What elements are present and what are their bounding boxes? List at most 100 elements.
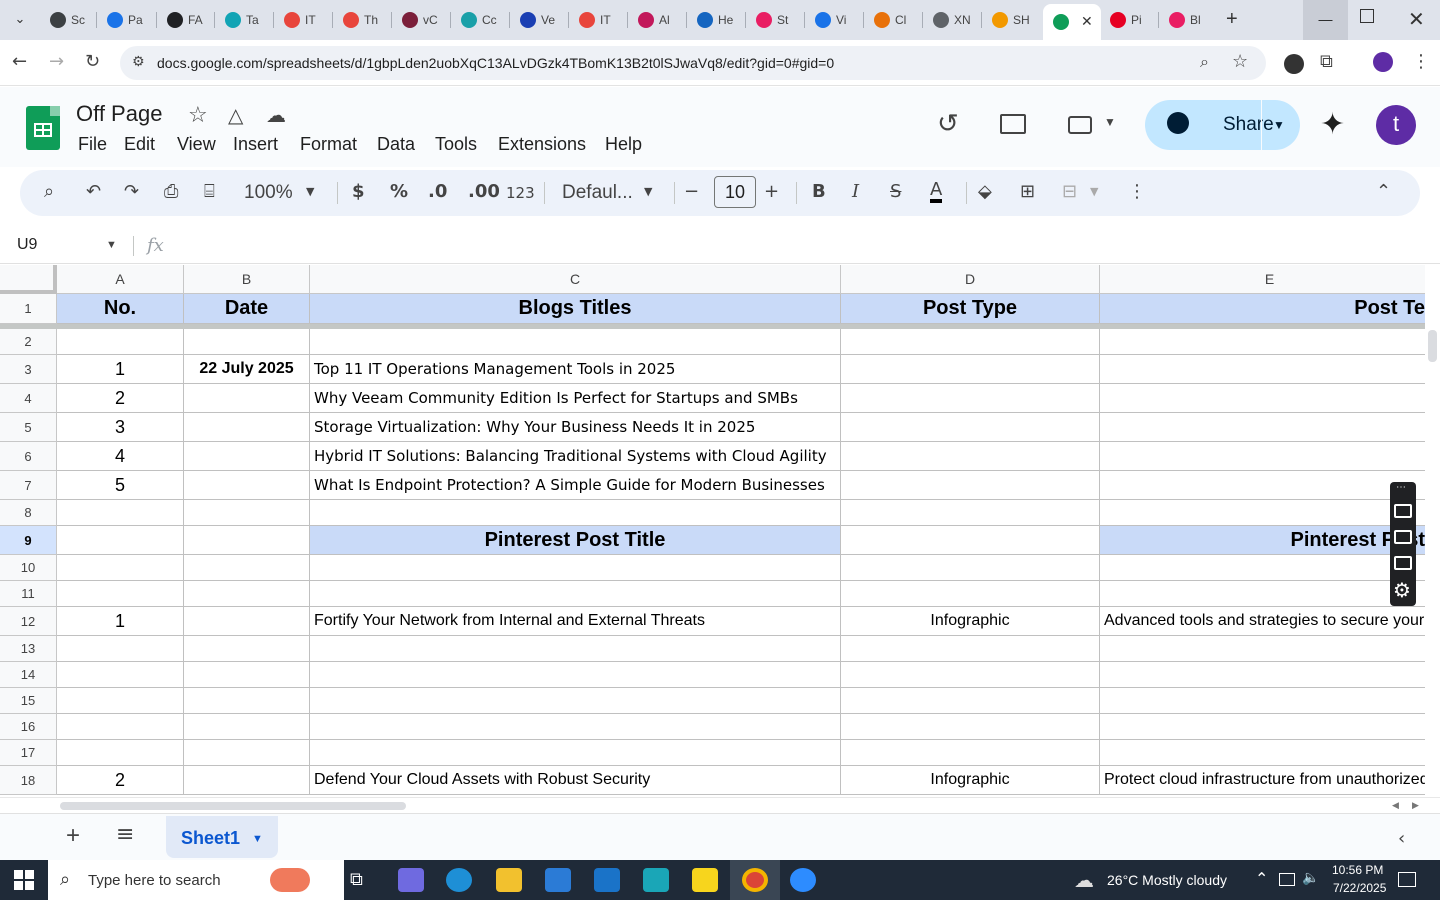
cell-a9[interactable] <box>57 526 184 555</box>
row-header-15[interactable]: 15 <box>0 688 57 714</box>
text-color-button[interactable]: A <box>930 181 943 203</box>
redo-icon[interactable]: ↷ <box>124 181 139 202</box>
decrease-font-size-icon[interactable]: − <box>684 181 699 202</box>
document-title[interactable]: Off Page <box>76 101 162 127</box>
cell-c5[interactable]: Storage Virtualization: Why Your Busines… <box>310 413 841 442</box>
increase-font-size-icon[interactable]: + <box>764 181 779 202</box>
file-explorer-app-icon[interactable] <box>496 868 522 892</box>
taskbar-search-box[interactable]: ⌕ Type here to search <box>48 860 344 900</box>
cell-a16[interactable] <box>57 714 184 740</box>
extensions-icon[interactable]: ⧉ <box>1320 51 1333 72</box>
number-format-button[interactable]: 123 <box>506 184 535 202</box>
chrome-app-active[interactable] <box>730 860 780 900</box>
increase-decimal-button[interactable]: .00 <box>468 181 500 202</box>
cell-c16[interactable] <box>310 714 841 740</box>
cell-c8[interactable] <box>310 500 841 526</box>
paint-format-icon[interactable]: ⌸ <box>204 181 215 202</box>
video-icon[interactable] <box>1394 530 1412 544</box>
browser-tab[interactable]: IT <box>274 6 333 34</box>
cell-c6[interactable]: Hybrid IT Solutions: Balancing Tradition… <box>310 442 841 471</box>
forward-icon[interactable]: → <box>49 51 64 72</box>
strikethrough-button[interactable]: S <box>890 181 901 202</box>
menu-format[interactable]: Format <box>300 134 357 155</box>
browser-tab[interactable]: He <box>687 6 746 34</box>
cell-e17[interactable] <box>1100 740 1425 766</box>
zoom-select[interactable]: 100% <box>244 182 293 204</box>
cell-b3[interactable]: 22 July 2025 <box>184 355 310 384</box>
cell-d16[interactable] <box>841 714 1100 740</box>
clock-date[interactable]: 7/22/2025 <box>1333 881 1386 895</box>
network-icon[interactable] <box>1279 873 1295 886</box>
cell-a15[interactable] <box>57 688 184 714</box>
cell-e15[interactable] <box>1100 688 1425 714</box>
profile-icon[interactable] <box>1373 52 1393 72</box>
sheet-tab-sheet1[interactable]: Sheet1 ▼ <box>166 816 278 858</box>
currency-button[interactable]: $ <box>352 181 365 202</box>
sticky-notes-app-icon[interactable] <box>692 868 718 892</box>
cell-b9[interactable] <box>184 526 310 555</box>
cell-d17[interactable] <box>841 740 1100 766</box>
scroll-right-icon[interactable]: ▶ <box>1412 800 1419 811</box>
browser-tab[interactable]: vC <box>392 6 451 34</box>
widget-more-icon[interactable]: ⋯ <box>1396 482 1406 493</box>
cell-a5[interactable]: 3 <box>57 413 184 442</box>
cell-b6[interactable] <box>184 442 310 471</box>
cell-a18[interactable]: 2 <box>57 766 184 795</box>
cell-c18[interactable]: Defend Your Cloud Assets with Robust Sec… <box>310 766 841 795</box>
minimize-button[interactable]: — <box>1303 0 1348 40</box>
site-info-icon[interactable]: ⚙ <box>132 54 145 70</box>
comments-icon[interactable] <box>1000 114 1026 134</box>
cell-b8[interactable] <box>184 500 310 526</box>
row-header-7[interactable]: 7 <box>0 471 57 500</box>
cell-e4[interactable] <box>1100 384 1425 413</box>
menu-data[interactable]: Data <box>377 134 415 155</box>
menu-tools[interactable]: Tools <box>435 134 477 155</box>
scroll-left-icon[interactable]: ◀ <box>1392 800 1399 811</box>
url-text[interactable]: docs.google.com/spreadsheets/d/1gbpLden2… <box>157 55 834 71</box>
cell-b14[interactable] <box>184 662 310 688</box>
cell-a13[interactable] <box>57 636 184 662</box>
restore-button[interactable] <box>1360 9 1374 23</box>
version-history-icon[interactable]: ↺ <box>937 109 959 139</box>
menu-extensions[interactable]: Extensions <box>498 134 586 155</box>
row-header-6[interactable]: 6 <box>0 442 57 471</box>
row-header-1[interactable]: 1 <box>0 294 57 324</box>
tab-close-icon[interactable]: ✕ <box>1081 14 1093 30</box>
cell-b7[interactable] <box>184 471 310 500</box>
browser-tab[interactable]: Vi <box>805 6 864 34</box>
cell-a14[interactable] <box>57 662 184 688</box>
explore-collapse-icon[interactable]: ‹ <box>1398 828 1405 849</box>
cell-b15[interactable] <box>184 688 310 714</box>
new-tab-button[interactable]: + <box>1226 8 1238 31</box>
teal-app-icon[interactable] <box>643 868 669 892</box>
cell-d11[interactable] <box>841 581 1100 607</box>
row-header-9[interactable]: 9 <box>0 526 57 555</box>
row-header-14[interactable]: 14 <box>0 662 57 688</box>
menu-edit[interactable]: Edit <box>124 134 155 155</box>
browser-tab[interactable]: ✕ <box>1043 4 1101 40</box>
cloud-status-icon[interactable]: ☁ <box>266 103 286 127</box>
start-button[interactable] <box>14 870 34 890</box>
zoom-icon[interactable]: ⌕ <box>1200 52 1209 72</box>
copilot-app-icon[interactable] <box>398 868 424 892</box>
column-header-c[interactable]: C <box>310 265 841 294</box>
browser-tab[interactable]: Cc <box>451 6 510 34</box>
browser-menu-icon[interactable]: ⋮ <box>1412 51 1430 72</box>
cell-c2[interactable] <box>310 329 841 355</box>
cell-b12[interactable] <box>184 607 310 636</box>
undo-icon[interactable]: ↶ <box>86 181 101 202</box>
cell-a3[interactable]: 1 <box>57 355 184 384</box>
row-header-18[interactable]: 18 <box>0 766 57 795</box>
spreadsheet-grid[interactable]: ABCDE 1 2 3 4 5 6 7 8 9 10 11 12 13 14 15 16 17 18 No. Da… <box>0 265 1425 797</box>
row-header-2[interactable]: 2 <box>0 329 57 355</box>
row-header-12[interactable]: 12 <box>0 607 57 636</box>
row-header-16[interactable]: 16 <box>0 714 57 740</box>
browser-tab[interactable]: Pi <box>1100 6 1159 34</box>
cell-c14[interactable] <box>310 662 841 688</box>
cell-b5[interactable] <box>184 413 310 442</box>
merge-dropdown-icon[interactable]: ▼ <box>1090 185 1098 198</box>
browser-tab[interactable]: Ta <box>215 6 274 34</box>
cell-d7[interactable] <box>841 471 1100 500</box>
mail-app-icon[interactable] <box>594 868 620 892</box>
column-header-d[interactable]: D <box>841 265 1100 294</box>
